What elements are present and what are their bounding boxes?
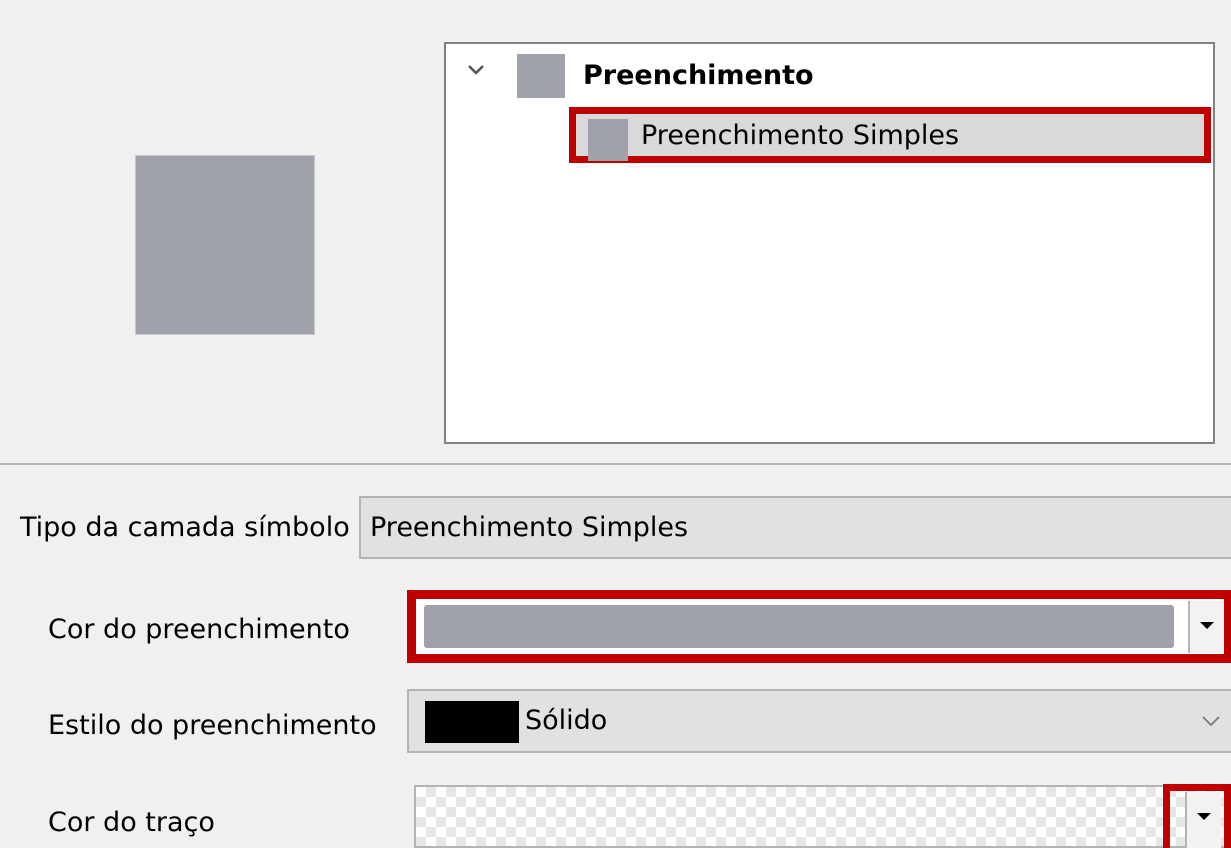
chevron-down-icon (1202, 716, 1220, 727)
fill-color-label: Cor do preenchimento (48, 614, 350, 645)
tree-root-label[interactable]: Preenchimento (583, 58, 814, 94)
triangle-down-icon (1200, 622, 1214, 629)
stroke-color-button[interactable] (414, 785, 1231, 848)
root-layer-swatch (517, 54, 565, 98)
fill-color-swatch (424, 605, 1174, 648)
divider (0, 463, 1231, 465)
simple-fill-swatch (588, 119, 628, 161)
fill-color-button[interactable] (407, 590, 1231, 663)
fill-style-value: Sólido (525, 705, 608, 736)
symbol-layer-tree[interactable]: Preenchimento Preenchimento Simples (444, 42, 1215, 444)
symbol-layer-type-label: Tipo da camada símbolo (20, 512, 350, 543)
fill-style-select[interactable]: Sólido (407, 689, 1231, 753)
symbol-preview (135, 155, 315, 335)
fill-style-label: Estilo do preenchimento (48, 710, 377, 741)
chevron-down-icon[interactable] (466, 60, 486, 80)
symbol-layer-type-select[interactable]: Preenchimento Simples (359, 496, 1231, 559)
fill-color-dropdown[interactable] (1188, 601, 1224, 653)
stroke-color-label: Cor do traço (48, 807, 215, 838)
stroke-dropdown-highlight (1163, 784, 1231, 848)
fill-style-swatch (425, 701, 519, 743)
tree-item-simple-fill[interactable]: Preenchimento Simples (569, 107, 1211, 163)
tree-item-label: Preenchimento Simples (641, 120, 960, 151)
